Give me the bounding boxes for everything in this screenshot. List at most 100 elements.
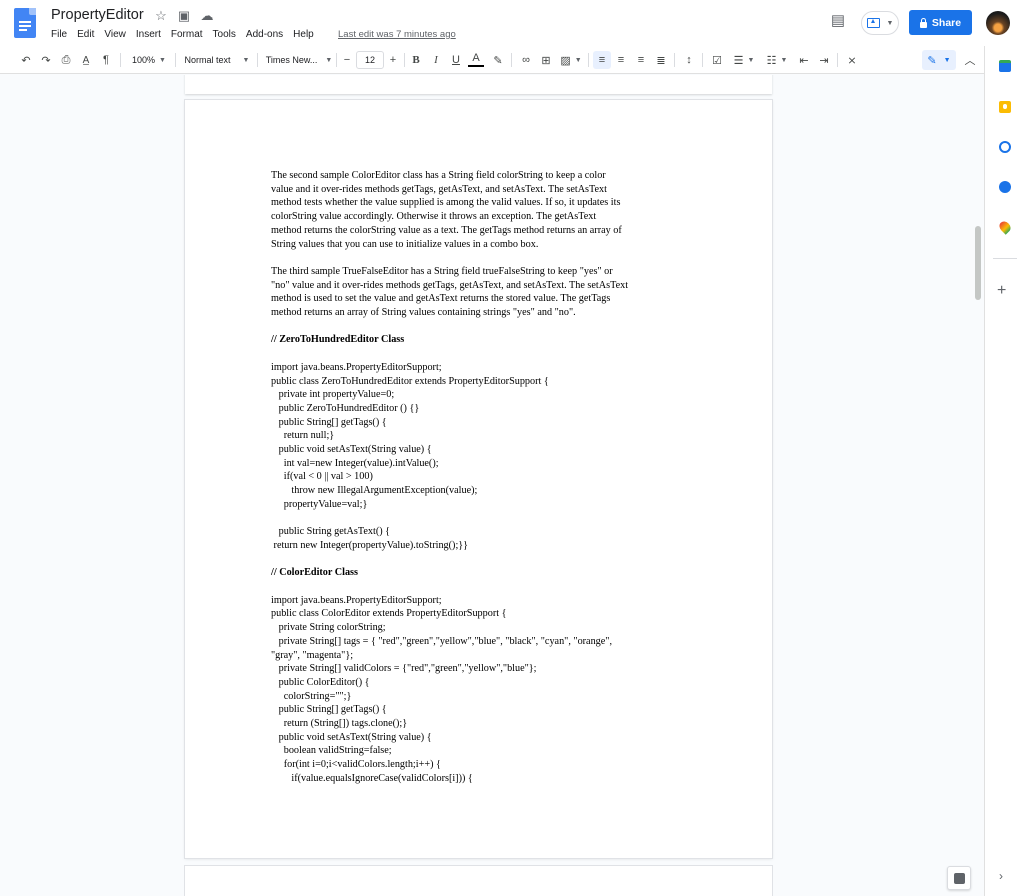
style-value: Normal text xyxy=(184,55,231,65)
cloud-status-icon[interactable]: ☁ xyxy=(199,8,215,24)
document-body[interactable]: The second sample ColorEditor class has … xyxy=(271,169,691,799)
italic-icon[interactable]: I xyxy=(428,51,444,69)
code-line: int val=new Integer(value).intValue(); xyxy=(271,457,439,469)
text-line: method tests whether the value supplied … xyxy=(271,197,621,209)
link-icon[interactable]: ∞ xyxy=(518,51,534,69)
code-line: import java.beans.PropertyEditorSupport; xyxy=(271,594,442,606)
present-icon xyxy=(866,18,880,28)
highlight-icon[interactable]: ✎ xyxy=(490,51,506,69)
checklist-icon[interactable]: ☑ xyxy=(708,51,726,69)
paragraph: The second sample ColorEditor class has … xyxy=(271,169,691,251)
paragraph: The third sample TrueFalseEditor has a S… xyxy=(271,265,691,320)
collapse-menus-icon[interactable]: ︿ xyxy=(962,51,978,69)
calendar-icon[interactable] xyxy=(999,60,1011,72)
text-line: colorString value accordingly. Otherwise… xyxy=(271,211,597,223)
maps-icon[interactable] xyxy=(997,219,1013,235)
menu-help[interactable]: Help xyxy=(288,28,319,42)
editing-mode-button[interactable]: ✎ ▼ xyxy=(922,50,956,70)
explore-icon[interactable] xyxy=(947,866,971,890)
spellcheck-icon[interactable]: A̲ xyxy=(78,51,94,69)
last-edit-link[interactable]: Last edit was 7 minutes ago xyxy=(338,29,456,40)
chevron-down-icon: ▼ xyxy=(780,56,788,64)
clear-formatting-icon[interactable]: ⨯ xyxy=(844,51,860,69)
redo-icon[interactable]: ↷ xyxy=(38,51,54,69)
text-line: The second sample ColorEditor class has … xyxy=(271,170,606,181)
add-addon-icon[interactable]: + xyxy=(997,282,1006,300)
zoom-value: 100% xyxy=(132,55,156,65)
comment-history-icon[interactable]: ▤ xyxy=(828,11,848,31)
side-panel: + xyxy=(984,46,1024,896)
keep-icon[interactable] xyxy=(999,101,1011,113)
document-title[interactable]: PropertyEditor xyxy=(51,7,144,23)
contacts-icon[interactable] xyxy=(999,181,1011,193)
menu-edit[interactable]: Edit xyxy=(72,28,99,42)
align-right-icon[interactable]: ≡ xyxy=(633,51,649,69)
star-icon[interactable]: ☆ xyxy=(153,8,169,24)
code-line: public String[] getTags() { xyxy=(271,416,387,428)
menu-insert[interactable]: Insert xyxy=(131,28,166,42)
zoom-select[interactable]: 100% ▼ xyxy=(128,51,170,69)
font-value: Times New... xyxy=(265,55,318,65)
decrease-font-size-button[interactable]: − xyxy=(340,51,354,69)
menu-addons[interactable]: Add-ons xyxy=(241,28,288,42)
text-line: String values that you can use to initia… xyxy=(271,238,539,250)
text-color-icon[interactable]: A xyxy=(468,51,484,67)
code-line: propertyValue=val;} xyxy=(271,498,368,510)
undo-icon[interactable]: ↶ xyxy=(18,51,34,69)
code-line: public String getAsText() { xyxy=(271,526,391,538)
app-header: PropertyEditor ☆ ▣ ☁ File Edit View Inse… xyxy=(0,0,1024,46)
code-line: public class ColorEditor extends Propert… xyxy=(271,608,507,620)
menu-file[interactable]: File xyxy=(46,28,72,42)
align-left-icon[interactable]: ≡ xyxy=(593,51,611,69)
font-size-input[interactable]: 12 xyxy=(356,51,384,69)
menu-view[interactable]: View xyxy=(99,28,131,42)
bold-icon[interactable]: B xyxy=(408,51,424,69)
underline-icon[interactable]: U xyxy=(448,51,464,69)
numbered-list-icon[interactable]: ☷ ▼ xyxy=(762,51,792,69)
print-icon[interactable]: ⎙ xyxy=(58,51,74,69)
text-line: method returns an array of String values… xyxy=(271,307,576,319)
chevron-down-icon: ▼ xyxy=(747,56,755,64)
font-select[interactable]: Times New... ▼ xyxy=(265,51,333,69)
code-line: private int propertyValue=0; xyxy=(271,389,395,401)
document-page[interactable]: The second sample ColorEditor class has … xyxy=(185,100,772,858)
code-line: public class ZeroToHundredEditor extends… xyxy=(271,375,549,387)
share-button[interactable]: Share xyxy=(909,10,972,35)
vertical-scrollbar[interactable] xyxy=(975,226,981,300)
paint-format-icon[interactable]: ¶ xyxy=(98,51,114,69)
align-center-icon[interactable]: ≡ xyxy=(613,51,629,69)
docs-logo-icon[interactable] xyxy=(14,8,36,38)
code-line: return null;} xyxy=(271,430,335,442)
next-page xyxy=(185,866,772,896)
document-canvas[interactable]: The second sample ColorEditor class has … xyxy=(0,75,984,896)
code-block: import java.beans.PropertyEditorSupport;… xyxy=(271,361,691,553)
paragraph-style-select[interactable]: Normal text ▼ xyxy=(182,51,252,69)
chevron-down-icon: ▼ xyxy=(159,56,166,64)
text-line: "no" value and it over-rides methods get… xyxy=(271,279,629,291)
chevron-right-icon[interactable]: › xyxy=(999,869,1003,883)
chevron-down-icon: ▼ xyxy=(886,19,894,27)
decrease-indent-icon[interactable]: ⇤ xyxy=(796,51,812,69)
chevron-down-icon: ▼ xyxy=(242,56,250,64)
add-comment-icon[interactable]: ⊞ xyxy=(538,51,554,69)
text-line: The third sample TrueFalseEditor has a S… xyxy=(271,265,613,277)
code-line: colorString="";} xyxy=(271,690,352,702)
increase-font-size-button[interactable]: + xyxy=(386,51,400,69)
meet-present-button[interactable]: ▼ xyxy=(861,11,899,35)
bulleted-list-icon[interactable]: ☰ ▼ xyxy=(729,51,759,69)
code-line: private String[] tags = { "red","green",… xyxy=(271,635,612,647)
code-line: public void setAsText(String value) { xyxy=(271,444,432,456)
line-spacing-icon[interactable]: ↕ xyxy=(681,51,697,69)
menu-format[interactable]: Format xyxy=(166,28,208,42)
insert-image-icon[interactable]: ▨ ▼ xyxy=(558,51,584,69)
menu-tools[interactable]: Tools xyxy=(208,28,241,42)
code-line: public String[] getTags() { xyxy=(271,704,387,716)
code-line: if(value.equalsIgnoreCase(validColors[i]… xyxy=(271,772,473,784)
align-justify-icon[interactable]: ≣ xyxy=(653,51,669,69)
code-line: import java.beans.PropertyEditorSupport; xyxy=(271,361,442,373)
tasks-icon[interactable] xyxy=(999,141,1011,153)
avatar[interactable] xyxy=(986,11,1010,35)
code-line: return new Integer(propertyValue).toStri… xyxy=(271,539,469,551)
increase-indent-icon[interactable]: ⇥ xyxy=(816,51,832,69)
move-folder-icon[interactable]: ▣ xyxy=(176,8,192,24)
